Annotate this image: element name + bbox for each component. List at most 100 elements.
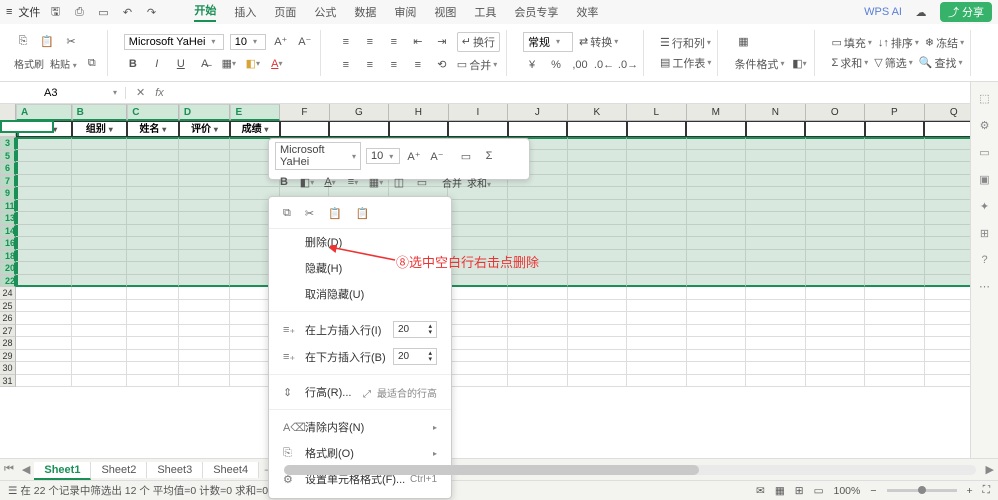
cell[interactable] (865, 275, 925, 288)
cell[interactable] (687, 312, 747, 325)
cell[interactable] (627, 287, 687, 300)
sort-button[interactable]: ↓↑排序▾ (878, 35, 919, 51)
cell[interactable] (806, 250, 866, 263)
row-header-14[interactable]: 14 (0, 225, 16, 238)
cell[interactable] (448, 200, 508, 213)
col-header-F[interactable]: F (280, 104, 330, 121)
align-center-icon[interactable]: ≡ (361, 56, 379, 74)
cell[interactable] (627, 200, 687, 213)
cell[interactable] (127, 325, 179, 338)
cell[interactable] (179, 212, 231, 225)
cell[interactable] (16, 225, 72, 238)
fullscreen-icon[interactable]: ⛶ (983, 484, 990, 497)
cell[interactable] (72, 262, 128, 275)
cell[interactable] (568, 300, 628, 313)
cell[interactable] (865, 262, 925, 275)
menu-tab-8[interactable]: 会员专享 (514, 4, 558, 20)
cell[interactable] (627, 350, 687, 363)
tab-nav-first-icon[interactable]: ⏮ (0, 463, 18, 476)
cell[interactable] (806, 362, 866, 375)
cell[interactable] (568, 237, 628, 250)
cell[interactable] (72, 137, 128, 150)
col-header-O[interactable]: O (806, 104, 865, 121)
cell[interactable] (687, 350, 747, 363)
mini-sum-icon[interactable]: Σ (480, 147, 498, 165)
mini-font-color-icon[interactable]: A▾ (321, 173, 339, 191)
cell[interactable] (627, 187, 687, 200)
row-header-27[interactable]: 27 (0, 325, 16, 338)
paste-label[interactable]: 粘贴 ▾ (50, 56, 77, 71)
redo-icon[interactable]: ↷ (142, 3, 160, 21)
cell[interactable] (865, 187, 925, 200)
zoom-out-icon[interactable]: − (870, 485, 876, 497)
row-header-2[interactable]: 2 (0, 121, 16, 137)
cell[interactable] (16, 275, 72, 288)
cell[interactable] (179, 300, 231, 313)
ctx-paste-icon[interactable]: 📋 (328, 207, 342, 220)
cell[interactable] (72, 225, 128, 238)
font-color-icon[interactable]: A▾ (268, 55, 286, 73)
menu-tab-2[interactable]: 页面 (274, 4, 296, 20)
cell[interactable]: 组别 ▾ (72, 121, 128, 137)
cell[interactable] (568, 350, 628, 363)
cell-style-icon[interactable]: ◧▾ (790, 55, 808, 73)
cell[interactable] (746, 137, 806, 150)
worksheet-button[interactable]: ▤工作表▾ (660, 55, 711, 71)
cell[interactable] (508, 300, 568, 313)
align-justify-icon[interactable]: ≡ (409, 56, 427, 74)
cell[interactable] (627, 337, 687, 350)
cell[interactable] (865, 212, 925, 225)
cell[interactable] (627, 325, 687, 338)
cell[interactable] (687, 300, 747, 313)
find-button[interactable]: 🔍查找▾ (919, 55, 963, 71)
ctx-insert-above-count[interactable]: 20▴▾ (393, 321, 437, 338)
row-header-3[interactable]: 3 (0, 137, 16, 150)
cell[interactable] (179, 175, 231, 188)
row-header-28[interactable]: 28 (0, 337, 16, 350)
borders-icon[interactable]: ▦▾ (220, 55, 238, 73)
ctx-paste-special-icon[interactable]: 📋 (356, 207, 370, 220)
cell[interactable] (16, 350, 72, 363)
cell[interactable] (72, 275, 128, 288)
print-icon[interactable]: ⎙ (70, 3, 88, 21)
cell[interactable]: 成绩 ▾ (230, 121, 280, 137)
cell[interactable] (508, 312, 568, 325)
cell[interactable] (746, 275, 806, 288)
row-header-31[interactable]: 31 (0, 375, 16, 388)
cell[interactable] (16, 287, 72, 300)
table-style-icon[interactable]: ▦ (734, 33, 752, 51)
cell[interactable] (746, 187, 806, 200)
cell[interactable] (127, 262, 179, 275)
cell[interactable] (179, 200, 231, 213)
cell[interactable] (806, 187, 866, 200)
cell[interactable] (127, 375, 179, 388)
cell[interactable] (627, 137, 687, 150)
ctx-insert-below[interactable]: ≡₊在下方插入行(B)20▴▾ (269, 343, 451, 370)
strike-icon[interactable]: A̶ (196, 55, 214, 73)
menu-tab-9[interactable]: 效率 (576, 4, 598, 20)
font-size-select[interactable]: 10▾ (230, 34, 266, 50)
cell[interactable] (687, 375, 747, 388)
cell[interactable] (746, 312, 806, 325)
menu-icon[interactable]: ≡ (6, 6, 12, 18)
menu-tab-6[interactable]: 视图 (434, 4, 456, 20)
cancel-fx-icon[interactable]: ✕ (136, 86, 145, 99)
cell[interactable] (865, 225, 925, 238)
cell[interactable] (865, 312, 925, 325)
cell[interactable] (627, 275, 687, 288)
cell[interactable] (627, 225, 687, 238)
cell[interactable] (806, 262, 866, 275)
cell[interactable] (448, 237, 508, 250)
cell[interactable] (16, 250, 72, 263)
sheet-stats-icon[interactable]: ☰ (8, 485, 17, 497)
col-header-G[interactable]: G (330, 104, 389, 121)
save-icon[interactable]: 🖫 (46, 3, 64, 21)
cell[interactable] (865, 287, 925, 300)
cell[interactable] (806, 200, 866, 213)
cell[interactable] (568, 312, 628, 325)
cell[interactable] (448, 325, 508, 338)
cell[interactable] (687, 162, 747, 175)
mini-format-icon[interactable]: ▭ (413, 173, 431, 191)
cell[interactable] (72, 200, 128, 213)
cell[interactable] (72, 150, 128, 163)
